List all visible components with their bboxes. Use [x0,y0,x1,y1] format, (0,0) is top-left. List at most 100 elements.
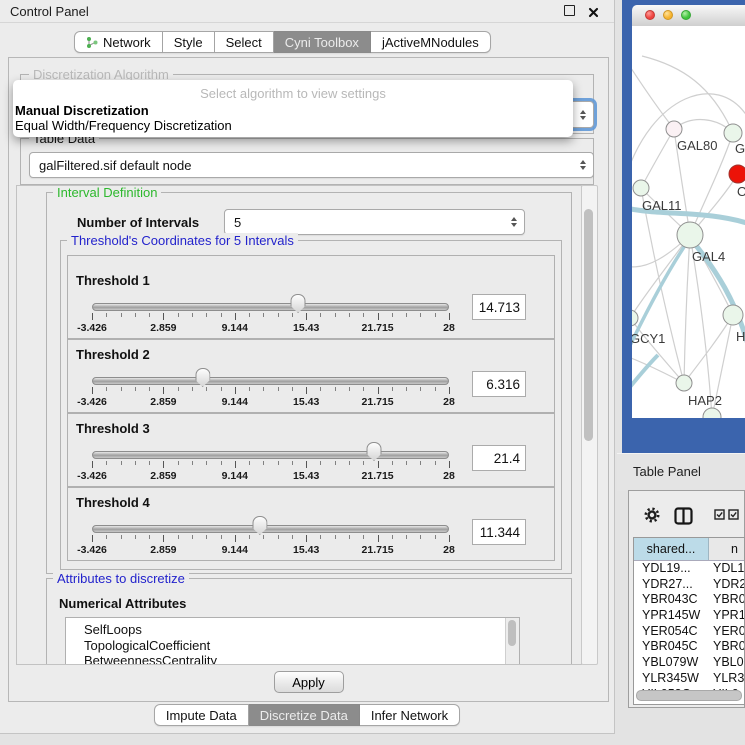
table-horizontal-scrollbar[interactable] [636,690,742,701]
tab-impute-data[interactable]: Impute Data [154,704,249,726]
table-row[interactable]: YDR27...YDR2 [634,577,744,593]
network-node-label: GCY1 [632,331,665,346]
tick-label: 15.43 [293,544,319,556]
network-node-hap2[interactable] [676,375,692,391]
minimize-traffic-light-icon[interactable] [663,10,673,20]
threshold-value-field[interactable]: 21.4 [472,445,526,471]
close-window-button[interactable] [588,5,600,17]
algorithm-option-manual-discretization[interactable]: Manual Discretization [13,103,573,118]
cell-name: YER0 [708,624,744,640]
table-toolbar [629,491,744,535]
network-node[interactable] [703,408,721,418]
tick-label: 28 [443,544,455,556]
network-node-gal80[interactable] [666,121,682,137]
algorithm-option-equal-width-frequency[interactable]: Equal Width/Frequency Discretization [13,118,573,133]
tab-select[interactable]: Select [215,31,274,53]
network-node-ga[interactable] [724,124,742,142]
tick-mark [106,461,107,465]
table-data-select[interactable]: galFiltered.sif default node [29,152,594,178]
network-edge[interactable] [632,356,684,383]
tab-cyni-toolbox[interactable]: Cyni Toolbox [274,31,371,53]
apply-button[interactable]: Apply [274,671,344,693]
threshold-value-field[interactable]: 11.344 [472,519,526,545]
columns-icon [674,507,693,525]
table-row[interactable]: YBL079WYBL0 [634,655,744,671]
network-node-gal4[interactable] [677,222,703,248]
tick-mark [121,313,122,317]
float-window-button[interactable] [564,5,576,17]
network-edge-highlighted[interactable] [632,355,658,394]
table-row[interactable]: YDL19...YDL1 [634,561,744,577]
table-row[interactable]: YBR045CYBR0 [634,639,744,655]
table-settings-button[interactable] [644,507,660,528]
network-node-label: GA [735,141,745,156]
threshold-slider[interactable]: -3.4262.8599.14415.4321.71528 [92,441,449,485]
tick-mark [420,387,421,391]
tick-mark [363,461,364,465]
attribute-item[interactable]: SelfLoops [66,622,519,638]
cell-name: YDR2 [708,577,744,593]
tick-mark [406,313,407,317]
number-of-intervals-select[interactable]: 5 [224,209,525,235]
cell-shared-name: YER054C [634,624,708,640]
close-traffic-light-icon[interactable] [645,10,655,20]
show-columns-button[interactable] [674,507,693,530]
table-row[interactable]: YBR043CYBR0 [634,592,744,608]
network-node-gcy1[interactable] [632,310,638,326]
cell-name: YBL0 [708,655,744,671]
slider-ticks [92,387,449,395]
network-canvas[interactable]: GAL80GAOGAL11GAL4GCY1HHAP2 [632,26,745,418]
tick-mark [263,535,264,539]
tick-mark [392,313,393,317]
threshold-value-field[interactable]: 14.713 [472,294,526,320]
list-scrollbar-thumb[interactable] [508,620,516,646]
network-graph: GAL80GAOGAL11GAL4GCY1HHAP2 [632,26,745,418]
tick-mark [121,461,122,465]
tick-label: 9.144 [222,470,248,482]
network-edge[interactable] [684,235,690,383]
slider-tick-labels: -3.4262.8599.14415.4321.71528 [92,544,449,556]
tab-style[interactable]: Style [163,31,215,53]
threshold-slider[interactable]: -3.4262.8599.14415.4321.71528 [92,367,449,411]
table-row[interactable]: YPR145WYPR1 [634,608,744,624]
tick-mark [263,313,264,317]
deselect-all-button[interactable] [728,507,739,525]
settings-scrollbar[interactable] [581,185,598,665]
table-row[interactable]: YER054CYER0 [634,624,744,640]
tab-infer-network[interactable]: Infer Network [360,704,460,726]
network-edge[interactable] [632,61,674,129]
select-all-button[interactable] [714,507,725,525]
tab-network[interactable]: Network [74,31,163,53]
tick-mark [449,535,450,542]
tick-mark [349,387,350,391]
tick-mark [249,313,250,317]
network-edge[interactable] [632,235,690,318]
tick-mark [221,535,222,539]
tick-mark [149,461,150,465]
column-header-name[interactable]: n [709,538,744,560]
slider-tick-labels: -3.4262.8599.14415.4321.71528 [92,322,449,334]
threshold-slider[interactable]: -3.4262.8599.14415.4321.71528 [92,293,449,337]
network-node-o[interactable] [729,165,745,183]
threshold-slider[interactable]: -3.4262.8599.14415.4321.71528 [92,515,449,559]
network-node-gal11[interactable] [633,180,649,196]
tick-mark [163,313,164,320]
column-header-shared-name[interactable]: shared... [634,538,709,560]
network-edge[interactable] [641,129,674,188]
zoom-traffic-light-icon[interactable] [681,10,691,20]
attribute-item[interactable]: BetweennessCentrality [66,653,519,665]
node-table: shared... n YDL19...YDL1YDR27...YDR2YBR0… [633,537,745,705]
network-node-h[interactable] [723,305,743,325]
settings-scrollbar-thumb[interactable] [584,209,593,441]
list-scrollbar[interactable] [505,618,519,665]
threshold-value-field[interactable]: 6.316 [472,371,526,397]
tick-mark [178,387,179,391]
tick-mark [206,387,207,391]
attribute-item[interactable]: TopologicalCoefficient [66,638,519,654]
tick-mark [406,387,407,391]
tab-jactivemnodules[interactable]: jActiveMNodules [371,31,491,53]
tab-discretize-data[interactable]: Discretize Data [249,704,360,726]
tick-mark [106,387,107,391]
network-view-titlebar [632,5,745,27]
table-row[interactable]: YLR345WYLR3 [634,671,744,687]
